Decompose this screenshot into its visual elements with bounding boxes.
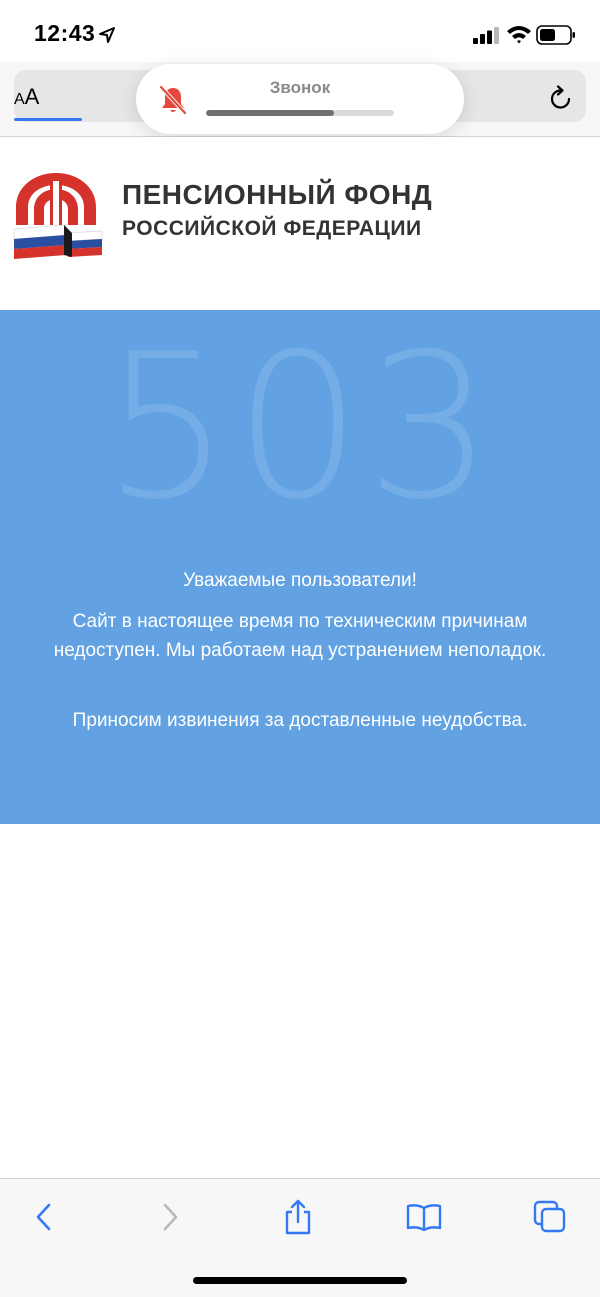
- tabs-icon: [533, 1200, 566, 1233]
- back-button[interactable]: [22, 1195, 66, 1239]
- page-load-progress: [14, 118, 82, 121]
- logo-title-line2: РОССИЙСКОЙ ФЕДЕРАЦИИ: [122, 217, 422, 240]
- error-message: Сайт в настоящее время по техническим пр…: [53, 611, 547, 661]
- status-bar: 12:43: [0, 0, 600, 62]
- bell-muted-icon: [159, 85, 187, 115]
- share-button[interactable]: [276, 1195, 320, 1239]
- back-chevron-icon: [36, 1203, 51, 1231]
- reload-icon[interactable]: [548, 84, 574, 112]
- bookmarks-icon: [406, 1204, 442, 1232]
- forward-chevron-icon: [163, 1203, 178, 1231]
- logo-title-line1: ПЕНСИОННЫЙ ФОНД: [122, 179, 433, 210]
- error-greeting: Уважаемые пользователи!: [183, 570, 417, 591]
- ringer-label: Звонок: [269, 78, 331, 97]
- error-code: 503: [103, 311, 497, 544]
- location-arrow-icon: [99, 27, 115, 43]
- battery-icon: [536, 25, 575, 45]
- ringer-volume-fill: [206, 110, 334, 116]
- wifi-icon: [507, 26, 531, 44]
- error-apology: Приносим извинения за доставленные неудо…: [72, 710, 528, 731]
- ringer-volume-track: [206, 110, 394, 116]
- home-indicator[interactable]: [193, 1277, 407, 1284]
- bookmarks-button[interactable]: [402, 1195, 446, 1239]
- share-icon: [285, 1199, 311, 1235]
- pension-fund-emblem-icon: [13, 173, 103, 259]
- cellular-signal-icon: [473, 27, 499, 44]
- tabs-button[interactable]: [528, 1195, 572, 1239]
- text-size-button[interactable]: [16, 10, 82, 58]
- forward-button[interactable]: [148, 1195, 192, 1239]
- site-header: ПЕНСИОННЫЙ ФОНД РОССИЙСКОЙ ФЕДЕРАЦИИ: [0, 137, 600, 310]
- ringer-volume-hud: Звонок: [136, 64, 464, 134]
- error-panel: 503 Уважаемые пользователи! Сайт в насто…: [0, 310, 600, 824]
- browser-toolbar: [0, 1178, 600, 1297]
- text-size-label: AA: [14, 84, 40, 109]
